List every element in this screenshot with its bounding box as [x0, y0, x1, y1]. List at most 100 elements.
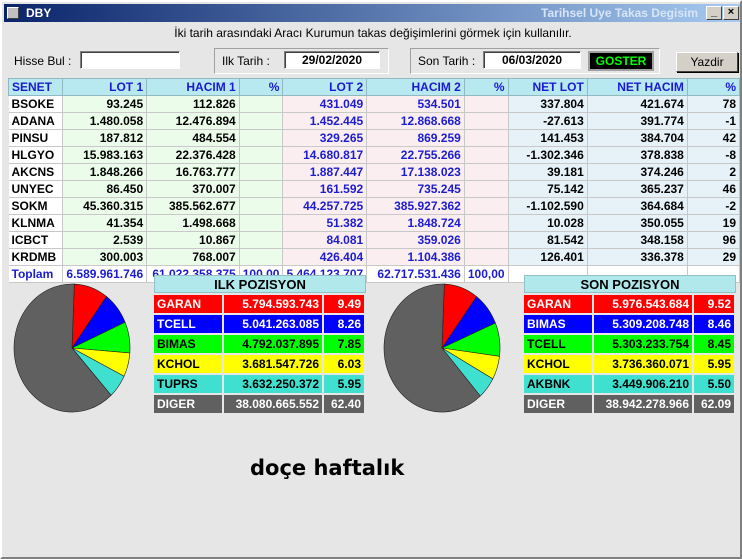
table-row[interactable]: UNYEC 86.450 370.007 161.592 735.245 75.142 36… — [8, 180, 741, 198]
table-cell: 1.498.668 — [146, 214, 240, 232]
table-cell — [464, 129, 509, 147]
position-pct: 6.03 — [324, 355, 366, 373]
column-header[interactable]: HACIM 2 — [366, 78, 465, 96]
son-date-label: Son Tarih : — [418, 54, 476, 68]
table-cell: 96 — [687, 231, 741, 249]
app-icon[interactable] — [7, 7, 19, 19]
table-cell — [239, 129, 284, 147]
table-row[interactable]: HLGYO 15.983.163 22.376.428 14.680.817 22.75… — [8, 146, 741, 164]
table-cell: 426.404 — [282, 248, 368, 266]
stock-code-cell: HLGYO — [8, 146, 64, 164]
position-name: DIGER — [154, 395, 224, 413]
position-pct: 7.85 — [324, 335, 366, 353]
window-subtitle: Tarihsel Uye Takas Degisim — [541, 6, 698, 20]
hisse-search-input[interactable] — [80, 51, 180, 69]
table-cell: 78 — [687, 95, 741, 113]
total-cell: 6.589.961.746 — [62, 265, 148, 283]
position-value: 5.309.208.748 — [594, 315, 694, 333]
table-row[interactable]: SOKM 45.360.315 385.562.677 44.257.725 385.9… — [8, 197, 741, 215]
ilk-date-field[interactable]: 29/02/2020 — [284, 51, 380, 69]
table-cell: 112.826 — [146, 95, 240, 113]
table-row[interactable]: AKCNS 1.848.266 16.763.777 1.887.447 17.138.… — [8, 163, 741, 181]
table-cell: 350.055 — [587, 214, 688, 232]
position-row: TUPRS 3.632.250.372 5.95 — [154, 375, 366, 393]
position-pct: 62.09 — [694, 395, 736, 413]
table-row[interactable]: BSOKE 93.245 112.826 431.049 534.501 337.804 4… — [8, 95, 741, 113]
table-cell: 385.927.362 — [366, 197, 465, 215]
table-header-row: SENET LOT 1 HACIM 1% LOT 2 HACIM 2% NET LOT NE… — [7, 78, 741, 96]
table-cell: 735.245 — [366, 180, 465, 198]
table-cell: 300.003 — [62, 248, 148, 266]
position-name: KCHOL — [154, 355, 224, 373]
son-pozisyon-title: SON POZISYON — [524, 275, 736, 293]
column-header[interactable]: HACIM 1 — [146, 78, 240, 96]
total-cell: 100,00 — [464, 265, 509, 283]
table-cell: 370.007 — [146, 180, 240, 198]
ilk-pozisyon-table: GARAN 5.794.593.743 9.49 TCELL 5.041.263.085… — [154, 293, 366, 415]
stock-code-cell: ICBCT — [8, 231, 64, 249]
column-header[interactable]: SENET — [7, 78, 64, 96]
ilk-pozisyon-title: ILK POZISYON — [154, 275, 366, 293]
ilk-date-label: Ilk Tarih : — [222, 54, 270, 68]
position-name: GARAN — [154, 295, 224, 313]
position-row: KCHOL 3.736.360.071 5.95 — [524, 355, 736, 373]
position-value: 5.041.263.085 — [224, 315, 324, 333]
column-header[interactable]: LOT 2 — [282, 78, 368, 96]
main-window: DBY Tarihsel Uye Takas Degisim _ × İki t… — [0, 0, 742, 559]
position-pct: 9.52 — [694, 295, 736, 313]
title-bar[interactable]: DBY Tarihsel Uye Takas Degisim _ × — [4, 4, 740, 22]
table-row[interactable]: ADANA 1.480.058 12.476.894 1.452.445 12.868.… — [8, 112, 741, 130]
table-cell: 42 — [687, 129, 741, 147]
table-cell: 22.755.266 — [366, 146, 465, 164]
table-row[interactable]: ICBCT 2.539 10.867 84.081 359.026 81.542 348.1… — [8, 231, 741, 249]
table-cell: 359.026 — [366, 231, 465, 249]
close-button[interactable]: × — [723, 6, 739, 20]
minimize-button[interactable]: _ — [706, 6, 722, 20]
stock-code-cell: KRDMB — [8, 248, 64, 266]
position-row: GARAN 5.976.543.684 9.52 — [524, 295, 736, 313]
table-cell: 15.983.163 — [62, 146, 148, 164]
yazdir-button[interactable]: Yazdir — [676, 52, 738, 72]
position-value: 5.794.593.743 — [224, 295, 324, 313]
table-cell: 29 — [687, 248, 741, 266]
table-cell: -1 — [687, 112, 741, 130]
position-value: 5.976.543.684 — [594, 295, 694, 313]
table-row[interactable]: KRDMB 300.003 768.007 426.404 1.104.386 126.4… — [8, 248, 741, 266]
column-header[interactable]: NET HACIM — [586, 78, 688, 96]
table-cell: 337.804 — [508, 95, 588, 113]
table-cell: 84.081 — [282, 231, 368, 249]
table-cell: 378.838 — [587, 146, 688, 164]
goster-button[interactable]: GOSTER — [588, 51, 654, 71]
column-header[interactable]: % — [238, 78, 284, 96]
position-value: 38.080.665.552 — [224, 395, 324, 413]
table-cell: 365.237 — [587, 180, 688, 198]
table-cell: 869.259 — [366, 129, 465, 147]
stock-code-cell: PINSU — [8, 129, 64, 147]
table-cell: 2 — [687, 163, 741, 181]
position-pct: 5.95 — [324, 375, 366, 393]
position-pct: 5.50 — [694, 375, 736, 393]
table-cell: -2 — [687, 197, 741, 215]
table-cell — [464, 146, 509, 164]
table-cell: 484.554 — [146, 129, 240, 147]
table-cell: 374.246 — [587, 163, 688, 181]
son-date-field[interactable]: 06/03/2020 — [483, 51, 581, 69]
table-cell: 126.401 — [508, 248, 588, 266]
table-cell: 93.245 — [62, 95, 148, 113]
table-cell: 385.562.677 — [146, 197, 240, 215]
table-cell: 12.476.894 — [146, 112, 240, 130]
column-header[interactable]: LOT 1 — [62, 78, 148, 96]
table-cell: 51.382 — [282, 214, 368, 232]
column-header[interactable]: % — [686, 78, 741, 96]
table-row[interactable]: PINSU 187.812 484.554 329.265 869.259 141.453… — [8, 129, 741, 147]
total-cell: 62.717.531.436 — [366, 265, 465, 283]
hisse-label: Hisse Bul : — [14, 54, 72, 68]
column-header[interactable]: % — [463, 78, 509, 96]
table-cell: 44.257.725 — [282, 197, 368, 215]
table-cell: 421.674 — [587, 95, 688, 113]
table-row[interactable]: KLNMA 41.354 1.498.668 51.382 1.848.724 10.02… — [8, 214, 741, 232]
table-cell: 768.007 — [146, 248, 240, 266]
table-cell — [239, 112, 284, 130]
column-header[interactable]: NET LOT — [507, 78, 588, 96]
position-value: 3.632.250.372 — [224, 375, 324, 393]
